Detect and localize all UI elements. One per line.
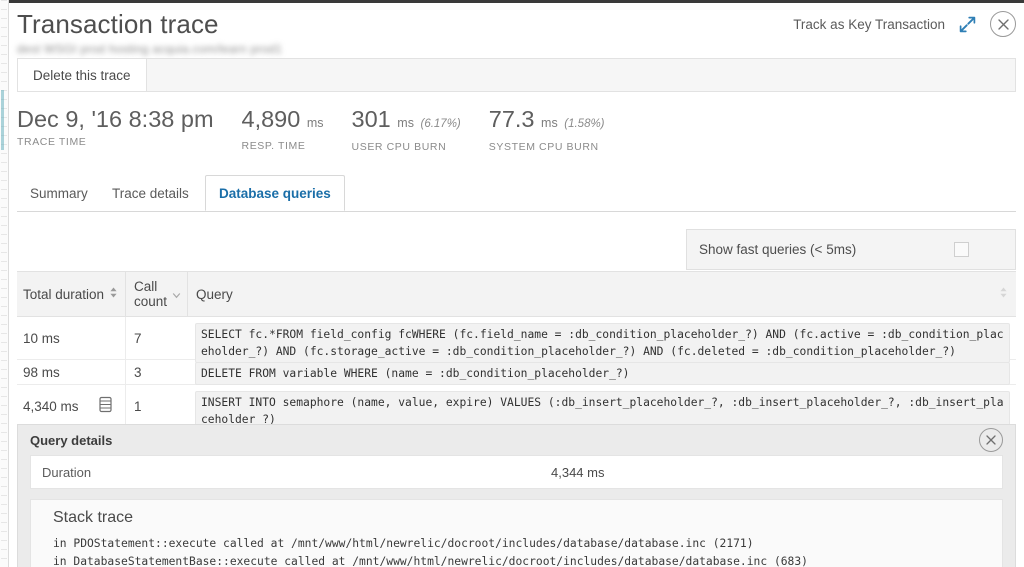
page-title: Transaction trace — [17, 9, 219, 39]
cell-total-duration: 10 ms — [23, 330, 60, 346]
table-sort-toggle-icon[interactable] — [999, 286, 1008, 304]
stat-label: SYSTEM CPU BURN — [488, 141, 599, 153]
track-as-key-transaction-button[interactable]: Track as Key Transaction — [793, 17, 945, 32]
sort-updown-icon[interactable] — [109, 286, 118, 302]
query-details-title: Query details — [30, 432, 113, 448]
transaction-trace-modal-page: Transaction trace dest WSGI prod hosting… — [0, 0, 1024, 567]
cell-total-duration: 98 ms — [23, 364, 60, 380]
transaction-name-subtitle: dest WSGI prod hosting acquia.com/learn … — [17, 42, 283, 56]
delete-this-trace-button[interactable]: Delete this trace — [18, 59, 147, 91]
stat-resp-time: 4,890 ms RESP. TIME — [242, 106, 324, 152]
sql-text: DELETE FROM variable WHERE (name = :db_c… — [195, 362, 1010, 385]
column-header-call-count[interactable]: Call count — [125, 272, 187, 316]
query-duration-row: Duration 4,344 ms — [30, 455, 1003, 489]
sql-text: SELECT fc.*FROM field_config fcWHERE (fc… — [195, 323, 1010, 363]
show-fast-queries-label: Show fast queries (< 5ms) — [699, 242, 857, 257]
query-details-panel: Query details Duration 4,344 ms Stack tr… — [17, 424, 1016, 567]
cell-call-count: 1 — [125, 385, 187, 427]
expand-arrows-icon[interactable] — [959, 16, 976, 33]
stat-value: 4,890 ms — [242, 106, 324, 136]
call-count-line1: Call — [134, 279, 158, 294]
close-icon — [986, 435, 996, 445]
gutter-highlight — [1, 90, 4, 150]
duration-label: Duration — [42, 464, 92, 480]
stat-number: 301 — [351, 106, 391, 132]
stat-number: 4,890 — [241, 106, 301, 132]
show-fast-queries-panel: Show fast queries (< 5ms) — [686, 229, 1016, 270]
database-queries-table: Total duration Call count Query 10 ms 7 … — [17, 271, 1016, 431]
table-row[interactable]: 98 ms 3 DELETE FROM variable WHERE (name… — [17, 360, 1016, 385]
stat-value: 301 ms (6.17%) — [352, 106, 461, 137]
stat-number: 77.3 — [488, 106, 535, 132]
stat-unit: ms — [541, 116, 558, 130]
column-header-total-duration[interactable]: Total duration — [17, 272, 125, 316]
query-details-header: Query details — [18, 425, 1015, 455]
trace-toolbar: Delete this trace — [17, 58, 1016, 92]
sort-down-icon[interactable] — [172, 287, 181, 302]
stat-label: USER CPU BURN — [351, 141, 447, 153]
duration-text: 4,340 ms — [23, 398, 79, 414]
cell-total-duration: 4,340 ms — [17, 385, 125, 427]
stat-percent: (6.17%) — [420, 118, 461, 130]
column-header-label: Total duration — [23, 286, 105, 302]
tab-trace-details[interactable]: Trace details — [99, 175, 202, 211]
stat-percent: (1.58%) — [564, 118, 605, 130]
trace-tabs: Summary Trace details Database queries — [17, 175, 1016, 212]
stack-trace-section: Stack trace in PDOStatement::execute cal… — [30, 499, 1003, 567]
tab-database-queries[interactable]: Database queries — [205, 175, 345, 211]
column-header-query[interactable]: Query — [187, 272, 233, 316]
stat-label: TRACE TIME — [17, 136, 87, 148]
stack-trace-database-icon[interactable] — [99, 396, 112, 416]
gutter-texture — [1, 0, 7, 567]
stat-unit: ms — [397, 116, 414, 130]
table-row[interactable]: 10 ms 7 SELECT fc.*FROM field_config fcW… — [17, 317, 1016, 363]
stat-value: Dec 9, '16 8:38 pm — [17, 106, 214, 132]
stat-label: RESP. TIME — [241, 140, 306, 152]
trace-stats: Dec 9, '16 8:38 pm TRACE TIME 4,890 ms R… — [17, 106, 633, 153]
modal-header: Transaction trace dest WSGI prod hosting… — [8, 3, 1024, 59]
stack-trace-line: in DatabaseStatementBase::execute called… — [53, 555, 808, 567]
header-actions: Track as Key Transaction — [793, 11, 1016, 37]
cell-call-count: 7 — [125, 317, 187, 359]
tab-summary[interactable]: Summary — [17, 175, 101, 211]
stack-trace-line: in PDOStatement::execute called at /mnt/… — [53, 537, 754, 550]
table-row[interactable]: 4,340 ms 1 INSERT INTO semaphore (name, … — [17, 385, 1016, 431]
cell-query: SELECT fc.*FROM field_config fcWHERE (fc… — [187, 317, 1016, 363]
cell-query: DELETE FROM variable WHERE (name = :db_c… — [187, 360, 1016, 385]
close-query-details-button[interactable] — [979, 428, 1003, 452]
call-count-line2: count — [134, 294, 168, 309]
stat-trace-time: Dec 9, '16 8:38 pm TRACE TIME — [17, 106, 214, 148]
stack-trace-title: Stack trace — [53, 509, 134, 526]
duration-value: 4,344 ms — [551, 464, 605, 480]
table-header-row: Total duration Call count Query — [17, 271, 1016, 317]
stat-number: Dec 9, '16 8:38 pm — [17, 106, 214, 132]
column-header-label: Call count — [134, 279, 167, 309]
show-fast-queries-checkbox[interactable] — [954, 242, 969, 257]
stat-user-cpu-burn: 301 ms (6.17%) USER CPU BURN — [352, 106, 461, 153]
stat-unit: ms — [306, 116, 324, 130]
left-page-gutter — [0, 0, 9, 567]
cell-query: INSERT INTO semaphore (name, value, expi… — [187, 385, 1016, 431]
close-icon — [997, 18, 1009, 30]
stat-value: 77.3 ms (1.58%) — [489, 106, 605, 137]
close-modal-button[interactable] — [990, 11, 1016, 37]
transaction-trace-modal: Transaction trace dest WSGI prod hosting… — [8, 0, 1024, 567]
stat-system-cpu-burn: 77.3 ms (1.58%) SYSTEM CPU BURN — [489, 106, 605, 153]
cell-call-count: 3 — [125, 360, 187, 384]
column-header-label: Query — [196, 286, 233, 302]
